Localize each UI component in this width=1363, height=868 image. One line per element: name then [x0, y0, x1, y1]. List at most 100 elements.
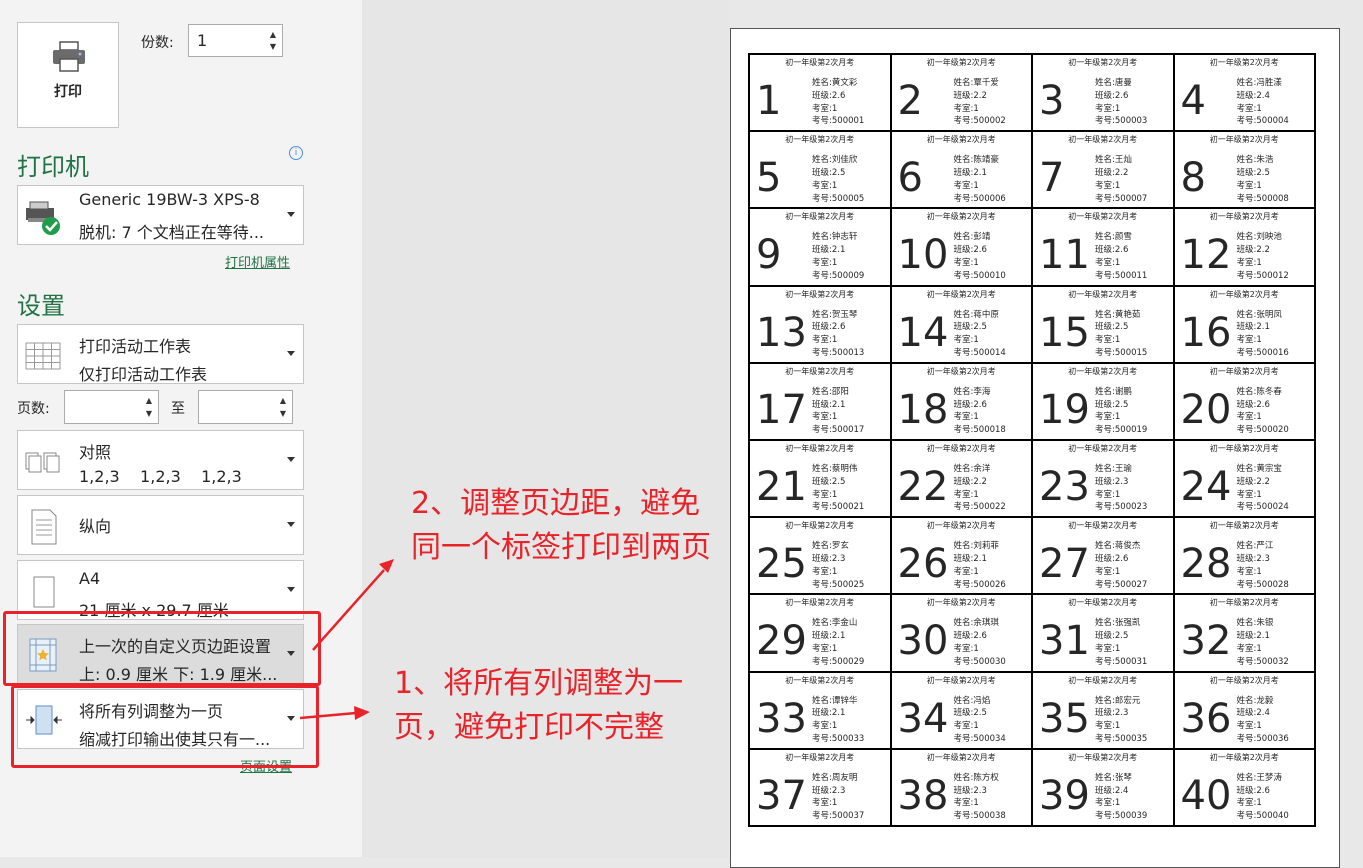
exam-label-card: 初一年级第2次月考 1 姓名:黄文彩 班级:2.6 考室:1 考号:500001: [749, 54, 891, 132]
label-number: 37: [756, 772, 807, 819]
exam-label-card: 初一年级第2次月考 2 姓名:覃千爱 班级:2.2 考室:1 考号:500002: [890, 54, 1032, 132]
exam-room: 1: [973, 489, 979, 500]
label-name-row: 姓名:郎宏元: [1095, 695, 1147, 708]
label-title: 初一年级第2次月考: [1209, 366, 1279, 376]
id-prefix: 考号:: [953, 733, 974, 744]
arrow-to-note1: [299, 711, 357, 720]
exam-id: 500009: [831, 270, 865, 281]
class-prefix: 班级:: [1095, 399, 1115, 410]
label-details: 姓名:周友明 班级:2.3 考室:1 考号:500037: [812, 772, 864, 823]
class-prefix: 班级:: [1236, 167, 1257, 178]
label-title: 初一年级第2次月考: [1209, 443, 1279, 453]
class-prefix: 班级:: [1236, 553, 1257, 564]
label-room-row: 考室:1: [1095, 257, 1147, 270]
class-prefix: 班级:: [1095, 245, 1115, 256]
label-number: 7: [1039, 155, 1065, 202]
label-id-row: 考号:500040: [1237, 810, 1289, 823]
label-number: 6: [897, 155, 923, 202]
label-class-row: 班级:2.3: [954, 785, 1006, 798]
exam-id: 500023: [1114, 502, 1148, 513]
name-prefix: 姓名:: [953, 618, 974, 629]
student-class: 2.2: [1256, 245, 1270, 256]
room-prefix: 考室:: [812, 180, 832, 191]
exam-label-card: 初一年级第2次月考 39 姓名:张琴 班级:2.4 考室:1 考号:500039: [1032, 748, 1174, 826]
label-id-row: 考号:500038: [954, 810, 1006, 823]
label-name-row: 姓名:余琪琪: [954, 617, 1006, 630]
label-name-row: 姓名:谢鹏: [1095, 386, 1147, 399]
label-details: 姓名:覃千爱 班级:2.2 考室:1 考号:500002: [954, 77, 1006, 128]
label-details: 姓名:张强凯 班级:2.5 考室:1 考号:500031: [1095, 617, 1147, 668]
student-name: 李金山: [831, 618, 858, 629]
label-details: 姓名:黄艳茹 班级:2.5 考室:1 考号:500015: [1095, 309, 1147, 360]
id-prefix: 考号:: [1236, 656, 1257, 667]
exam-room: 1: [1256, 566, 1262, 577]
label-id-row: 考号:500028: [1237, 579, 1289, 592]
label-title: 初一年级第2次月考: [1068, 598, 1138, 608]
name-prefix: 姓名:: [1236, 232, 1257, 243]
label-class-row: 班级:2.5: [812, 476, 864, 489]
class-prefix: 班级:: [1236, 90, 1257, 101]
room-prefix: 考室:: [953, 180, 974, 191]
student-class: 2.5: [973, 708, 987, 719]
room-prefix: 考室:: [1095, 412, 1115, 423]
student-name: 刘佳欣: [831, 155, 858, 166]
exam-label-card: 初一年级第2次月考 24 姓名:黄宗宝 班级:2.2 考室:1 考号:500024: [1173, 439, 1315, 518]
label-id-row: 考号:500026: [954, 579, 1006, 592]
label-room-row: 考室:1: [1237, 643, 1289, 656]
exam-label-card: 初一年级第2次月考 5 姓名:刘佳欣 班级:2.5 考室:1 考号:500005: [749, 131, 891, 209]
exam-id: 500030: [973, 656, 1006, 667]
exam-room: 1: [831, 643, 838, 654]
student-class: 2.4: [1114, 785, 1129, 796]
exam-label-card: 初一年级第2次月考 4 姓名:冯胜漾 班级:2.4 考室:1 考号:500004: [1173, 54, 1315, 132]
arrow-to-note2: [312, 569, 385, 651]
exam-room: 1: [1256, 412, 1262, 423]
exam-room: 1: [831, 566, 838, 577]
label-room-row: 考室:1: [812, 180, 864, 193]
exam-id: 500015: [1114, 347, 1148, 358]
student-class: 2.6: [1114, 245, 1129, 256]
label-class-row: 班级:2.3: [1095, 476, 1147, 489]
student-name: 罗玄: [831, 541, 849, 552]
label-name-row: 姓名:李海: [954, 386, 1006, 399]
label-room-row: 考室:1: [1237, 797, 1289, 810]
exam-id: 500038: [973, 811, 1006, 822]
name-prefix: 姓名:: [953, 78, 974, 88]
label-details: 姓名:张琴 班级:2.4 考室:1 考号:500039: [1095, 772, 1147, 823]
label-id-row: 考号:500034: [954, 733, 1006, 746]
exam-room: 1: [973, 180, 979, 191]
exam-id: 500003: [1114, 116, 1148, 127]
name-prefix: 姓名:: [1095, 695, 1115, 706]
label-details: 姓名:刘映池 班级:2.2 考室:1 考号:500012: [1237, 231, 1289, 282]
id-prefix: 考号:: [1095, 347, 1115, 358]
label-class-row: 班级:2.6: [812, 90, 864, 103]
label-room-row: 考室:1: [954, 103, 1006, 116]
exam-label-card: 初一年级第2次月考 22 姓名:余洋 班级:2.2 考室:1 考号:500022: [890, 439, 1032, 518]
label-details: 姓名:刘佳欣 班级:2.5 考室:1 考号:500005: [812, 154, 864, 205]
exam-id: 500014: [973, 347, 1006, 358]
label-title: 初一年级第2次月考: [785, 212, 855, 222]
student-class: 2.1: [973, 167, 987, 178]
label-room-row: 考室:1: [1237, 257, 1289, 270]
student-class: 2.6: [831, 322, 846, 333]
label-id-row: 考号:500017: [812, 424, 864, 437]
label-id-row: 考号:500015: [1095, 347, 1147, 360]
label-title: 初一年级第2次月考: [926, 598, 996, 608]
student-name: 彭靖: [973, 232, 991, 243]
name-prefix: 姓名:: [1095, 386, 1115, 397]
label-name-row: 姓名:谭锌华: [812, 695, 864, 708]
label-class-row: 班级:2.5: [1237, 167, 1289, 180]
label-number: 35: [1039, 695, 1090, 742]
student-name: 谢鹏: [1114, 386, 1132, 397]
label-id-row: 考号:500030: [954, 656, 1006, 669]
student-class: 2.6: [973, 245, 987, 256]
exam-label-card: 初一年级第2次月考 15 姓名:黄艳茹 班级:2.5 考室:1 考号:500015: [1032, 285, 1174, 363]
label-room-row: 考室:1: [954, 257, 1006, 270]
id-prefix: 考号:: [953, 425, 974, 436]
label-class-row: 班级:2.3: [812, 785, 864, 798]
label-class-row: 班级:2.6: [1095, 244, 1147, 257]
exam-id: 500022: [973, 502, 1006, 513]
label-room-row: 考室:1: [812, 566, 864, 579]
exam-room: 1: [973, 257, 979, 268]
student-name: 李海: [973, 386, 991, 397]
name-prefix: 姓名:: [812, 541, 832, 552]
